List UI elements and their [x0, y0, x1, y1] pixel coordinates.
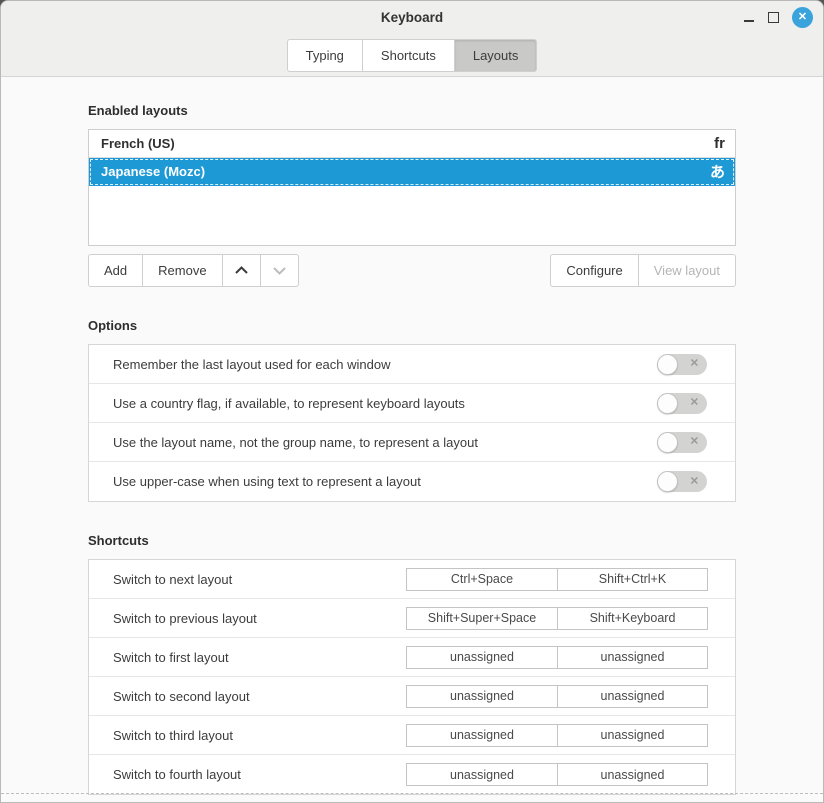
window-title: Keyboard	[381, 10, 443, 25]
toggle-country-flag[interactable]: ✕	[657, 393, 707, 414]
options-panel: Remember the last layout used for each w…	[88, 344, 736, 502]
keybinding-button[interactable]: Ctrl+Space	[406, 568, 557, 591]
titlebar: Keyboard ✕	[1, 1, 823, 34]
maximize-icon[interactable]	[768, 12, 779, 23]
shortcut-label: Switch to first layout	[113, 650, 406, 665]
minimize-icon[interactable]	[743, 11, 755, 24]
shortcuts-panel: Switch to next layout Ctrl+Space Shift+C…	[88, 559, 736, 795]
keybinding-group: Shift+Super+Space Shift+Keyboard	[406, 607, 708, 630]
layout-name: French (US)	[101, 136, 714, 151]
scroll-area-focus-line	[1, 793, 823, 794]
keybinding-button[interactable]: unassigned	[406, 763, 557, 786]
shortcut-label: Switch to second layout	[113, 689, 406, 704]
chevron-down-icon	[272, 265, 287, 276]
layout-view-buttons: Configure View layout	[550, 254, 736, 287]
keybinding-button[interactable]: Shift+Ctrl+K	[557, 568, 708, 591]
view-layout-button[interactable]: View layout	[638, 254, 736, 287]
shortcut-label: Switch to fourth layout	[113, 767, 406, 782]
move-down-button[interactable]	[260, 254, 299, 287]
layout-badge: あ	[710, 161, 725, 182]
keybinding-group: unassigned unassigned	[406, 724, 708, 747]
shortcut-row-third-layout: Switch to third layout unassigned unassi…	[89, 716, 735, 755]
keybinding-group: unassigned unassigned	[406, 685, 708, 708]
keybinding-button[interactable]: Shift+Super+Space	[406, 607, 557, 630]
layout-name: Japanese (Mozc)	[101, 164, 710, 179]
toggle-knob	[657, 393, 678, 414]
enabled-layouts-list: French (US) fr Japanese (Mozc) あ	[88, 129, 736, 246]
add-button[interactable]: Add	[88, 254, 142, 287]
options-heading: Options	[88, 318, 736, 333]
shortcut-label: Switch to previous layout	[113, 611, 406, 626]
shortcut-label: Switch to third layout	[113, 728, 406, 743]
shortcut-row-next-layout: Switch to next layout Ctrl+Space Shift+C…	[89, 560, 735, 599]
chevron-up-icon	[234, 265, 249, 276]
toggle-knob	[657, 354, 678, 375]
toggle-off-icon: ✕	[690, 476, 699, 487]
toggle-off-icon: ✕	[690, 437, 699, 448]
keybinding-button[interactable]: unassigned	[557, 763, 708, 786]
shortcut-row-first-layout: Switch to first layout unassigned unassi…	[89, 638, 735, 677]
keybinding-button[interactable]: unassigned	[557, 646, 708, 669]
toggle-layout-name[interactable]: ✕	[657, 432, 707, 453]
option-label: Remember the last layout used for each w…	[113, 357, 657, 372]
keybinding-button[interactable]: Shift+Keyboard	[557, 607, 708, 630]
window-header: Keyboard ✕ Typing Shortcuts Layouts	[1, 1, 823, 77]
enabled-layouts-heading: Enabled layouts	[88, 103, 736, 118]
tab-switcher: Typing Shortcuts Layouts	[1, 39, 823, 72]
toggle-knob	[657, 471, 678, 492]
shortcut-row-previous-layout: Switch to previous layout Shift+Super+Sp…	[89, 599, 735, 638]
close-icon[interactable]: ✕	[792, 7, 813, 28]
remove-button[interactable]: Remove	[142, 254, 221, 287]
layout-edit-buttons: Add Remove	[88, 254, 299, 287]
toggle-knob	[657, 432, 678, 453]
toggle-off-icon: ✕	[690, 359, 699, 370]
keybinding-button[interactable]: unassigned	[406, 685, 557, 708]
keybinding-button[interactable]: unassigned	[557, 724, 708, 747]
keybinding-group: unassigned unassigned	[406, 763, 708, 786]
layout-row-japanese[interactable]: Japanese (Mozc) あ	[89, 158, 735, 186]
layout-badge: fr	[714, 135, 725, 152]
option-label: Use upper-case when using text to repres…	[113, 474, 657, 489]
keybinding-group: Ctrl+Space Shift+Ctrl+K	[406, 568, 708, 591]
tab-typing[interactable]: Typing	[287, 39, 362, 72]
tab-shortcuts[interactable]: Shortcuts	[362, 39, 454, 72]
keybinding-button[interactable]: unassigned	[406, 724, 557, 747]
layouts-page: Enabled layouts French (US) fr Japanese …	[1, 77, 823, 802]
keybinding-button[interactable]: unassigned	[406, 646, 557, 669]
configure-button[interactable]: Configure	[550, 254, 637, 287]
option-row-remember-layout: Remember the last layout used for each w…	[89, 345, 735, 384]
tab-layouts[interactable]: Layouts	[454, 39, 538, 72]
shortcut-row-fourth-layout: Switch to fourth layout unassigned unass…	[89, 755, 735, 794]
keybinding-button[interactable]: unassigned	[557, 685, 708, 708]
shortcuts-heading: Shortcuts	[88, 533, 736, 548]
window-controls: ✕	[743, 1, 813, 34]
layouts-toolbar: Add Remove Configure View layout	[88, 254, 736, 287]
toggle-off-icon: ✕	[690, 398, 699, 409]
keybinding-group: unassigned unassigned	[406, 646, 708, 669]
shortcut-row-second-layout: Switch to second layout unassigned unass…	[89, 677, 735, 716]
option-label: Use a country flag, if available, to rep…	[113, 396, 657, 411]
option-row-layout-name: Use the layout name, not the group name,…	[89, 423, 735, 462]
keyboard-settings-window: Keyboard ✕ Typing Shortcuts Layouts Enab…	[0, 0, 824, 803]
toggle-upper-case[interactable]: ✕	[657, 471, 707, 492]
option-row-upper-case: Use upper-case when using text to repres…	[89, 462, 735, 501]
toggle-remember-layout[interactable]: ✕	[657, 354, 707, 375]
option-row-country-flag: Use a country flag, if available, to rep…	[89, 384, 735, 423]
move-up-button[interactable]	[222, 254, 260, 287]
shortcut-label: Switch to next layout	[113, 572, 406, 587]
layout-row-french[interactable]: French (US) fr	[89, 130, 735, 158]
option-label: Use the layout name, not the group name,…	[113, 435, 657, 450]
